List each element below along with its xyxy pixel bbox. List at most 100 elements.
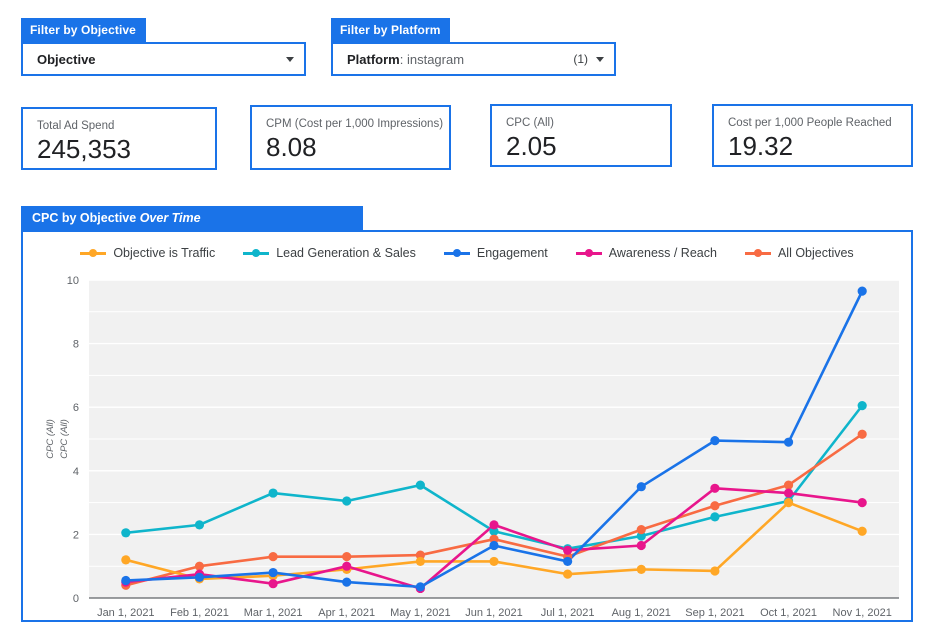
data-point[interactable]: [858, 287, 867, 296]
data-point[interactable]: [342, 552, 351, 561]
filter-by-objective: Filter by Objective Objective: [21, 18, 306, 76]
data-point[interactable]: [121, 528, 130, 537]
chevron-down-icon[interactable]: [596, 57, 604, 62]
data-point[interactable]: [784, 498, 793, 507]
scorecard-cost-per-1000-people-reached: Cost per 1,000 People Reached 19.32: [712, 104, 913, 167]
data-point[interactable]: [268, 568, 277, 577]
data-point[interactable]: [637, 482, 646, 491]
scorecard-label: Total Ad Spend: [37, 119, 203, 133]
data-point[interactable]: [489, 520, 498, 529]
legend-item-awareness-reach[interactable]: Awareness / Reach: [576, 246, 717, 260]
chart-title: CPC by Objective Over Time: [21, 206, 363, 230]
scorecard-total-ad-spend: Total Ad Spend 245,353: [21, 107, 217, 170]
legend-label: Objective is Traffic: [113, 246, 215, 260]
x-axis-tick-label: Jul 1, 2021: [541, 607, 595, 619]
data-point[interactable]: [710, 436, 719, 445]
data-point[interactable]: [784, 438, 793, 447]
filter-objective-value: Objective: [37, 52, 96, 67]
x-axis-tick-label: Jun 1, 2021: [465, 607, 523, 619]
legend-marker-icon: [243, 247, 269, 259]
filter-platform-count: (1): [573, 52, 588, 66]
scorecard-value: 8.08: [266, 132, 437, 162]
data-point[interactable]: [416, 557, 425, 566]
data-point[interactable]: [563, 557, 572, 566]
y-axis-tick-label: 8: [73, 339, 79, 351]
data-point[interactable]: [195, 562, 204, 571]
x-axis-tick-label: Nov 1, 2021: [833, 607, 892, 619]
y-axis-tick-label: 4: [73, 466, 79, 478]
data-point[interactable]: [195, 573, 204, 582]
scorecard-label: Cost per 1,000 People Reached: [728, 116, 899, 130]
y-axis-tick-label: 0: [73, 593, 79, 605]
filter-platform-value: Platform: instagram: [347, 52, 464, 67]
y-axis-title: CPC (All): [45, 419, 56, 459]
filter-platform-dropdown[interactable]: Platform: instagram (1): [331, 42, 616, 76]
filter-platform-tab-label: Filter by Platform: [331, 18, 450, 42]
chart-legend: Objective is Traffic Lead Generation & Sa…: [23, 246, 911, 260]
data-point[interactable]: [710, 566, 719, 575]
y-axis-tick-label: 10: [67, 276, 79, 287]
data-point[interactable]: [784, 488, 793, 497]
legend-marker-icon: [80, 247, 106, 259]
data-point[interactable]: [121, 576, 130, 585]
legend-marker-icon: [576, 247, 602, 259]
legend-item-all-objectives[interactable]: All Objectives: [745, 246, 854, 260]
data-point[interactable]: [858, 430, 867, 439]
legend-label: All Objectives: [778, 246, 854, 260]
legend-marker-icon: [745, 247, 771, 259]
y-axis-tick-label: 2: [73, 529, 79, 541]
data-point[interactable]: [489, 557, 498, 566]
data-point[interactable]: [268, 488, 277, 497]
filter-by-platform: Filter by Platform Platform: instagram (…: [331, 18, 616, 76]
scorecard-value: 19.32: [728, 131, 899, 161]
data-point[interactable]: [416, 481, 425, 490]
x-axis-tick-label: Oct 1, 2021: [760, 607, 817, 619]
data-point[interactable]: [563, 570, 572, 579]
legend-item-engagement[interactable]: Engagement: [444, 246, 548, 260]
y-axis-tick-label: 6: [73, 402, 79, 414]
scorecard-label: CPM (Cost per 1,000 Impressions): [266, 117, 437, 131]
chevron-down-icon[interactable]: [286, 57, 294, 62]
data-point[interactable]: [637, 565, 646, 574]
data-point[interactable]: [858, 401, 867, 410]
data-point[interactable]: [637, 541, 646, 550]
filter-objective-tab-label: Filter by Objective: [21, 18, 146, 42]
data-point[interactable]: [710, 501, 719, 510]
y-axis-title: CPC (All): [59, 419, 70, 459]
legend-label: Engagement: [477, 246, 548, 260]
data-point[interactable]: [416, 582, 425, 591]
data-point[interactable]: [858, 527, 867, 536]
x-axis-tick-label: Sep 1, 2021: [685, 607, 744, 619]
filter-objective-dropdown[interactable]: Objective: [21, 42, 306, 76]
data-point[interactable]: [268, 552, 277, 561]
data-point[interactable]: [637, 525, 646, 534]
x-axis-tick-label: May 1, 2021: [390, 607, 451, 619]
data-point[interactable]: [784, 481, 793, 490]
legend-label: Awareness / Reach: [609, 246, 717, 260]
scorecard-value: 2.05: [506, 131, 658, 161]
x-axis-tick-label: Mar 1, 2021: [244, 607, 303, 619]
x-axis-tick-label: Aug 1, 2021: [612, 607, 671, 619]
legend-marker-icon: [444, 247, 470, 259]
data-point[interactable]: [342, 562, 351, 571]
data-point[interactable]: [195, 520, 204, 529]
legend-item-objective-is-traffic[interactable]: Objective is Traffic: [80, 246, 215, 260]
chart-plot-area: 0246810CPC (All)CPC (All)Jan 1, 2021Feb …: [23, 276, 915, 620]
scorecard-cpc-all: CPC (All) 2.05: [490, 104, 672, 167]
data-point[interactable]: [563, 546, 572, 555]
chart-body: Objective is Traffic Lead Generation & Sa…: [21, 230, 913, 622]
legend-label: Lead Generation & Sales: [276, 246, 416, 260]
data-point[interactable]: [710, 512, 719, 521]
data-point[interactable]: [121, 555, 130, 564]
data-point[interactable]: [710, 484, 719, 493]
data-point[interactable]: [342, 496, 351, 505]
data-point[interactable]: [342, 578, 351, 587]
data-point[interactable]: [268, 579, 277, 588]
cpc-by-objective-chart-panel: CPC by Objective Over Time Objective is …: [21, 206, 913, 622]
data-point[interactable]: [858, 498, 867, 507]
scorecard-cpm: CPM (Cost per 1,000 Impressions) 8.08: [250, 105, 451, 170]
legend-item-lead-generation-sales[interactable]: Lead Generation & Sales: [243, 246, 416, 260]
scorecard-label: CPC (All): [506, 116, 658, 130]
data-point[interactable]: [489, 541, 498, 550]
line-chart-svg: 0246810CPC (All)CPC (All)Jan 1, 2021Feb …: [23, 276, 911, 620]
